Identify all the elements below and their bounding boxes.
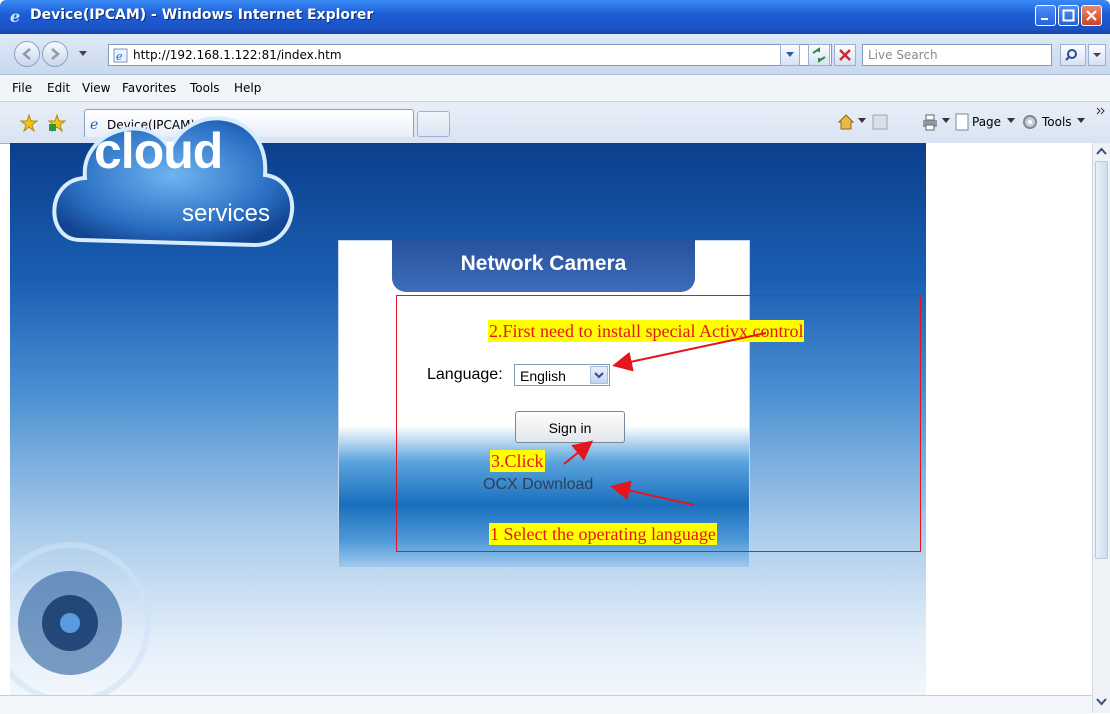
arrow-to-language-select <box>612 332 767 372</box>
annotation-arrows <box>563 332 767 506</box>
arrow-to-sign-in <box>563 440 594 465</box>
arrow-to-ocx-download <box>610 480 695 506</box>
